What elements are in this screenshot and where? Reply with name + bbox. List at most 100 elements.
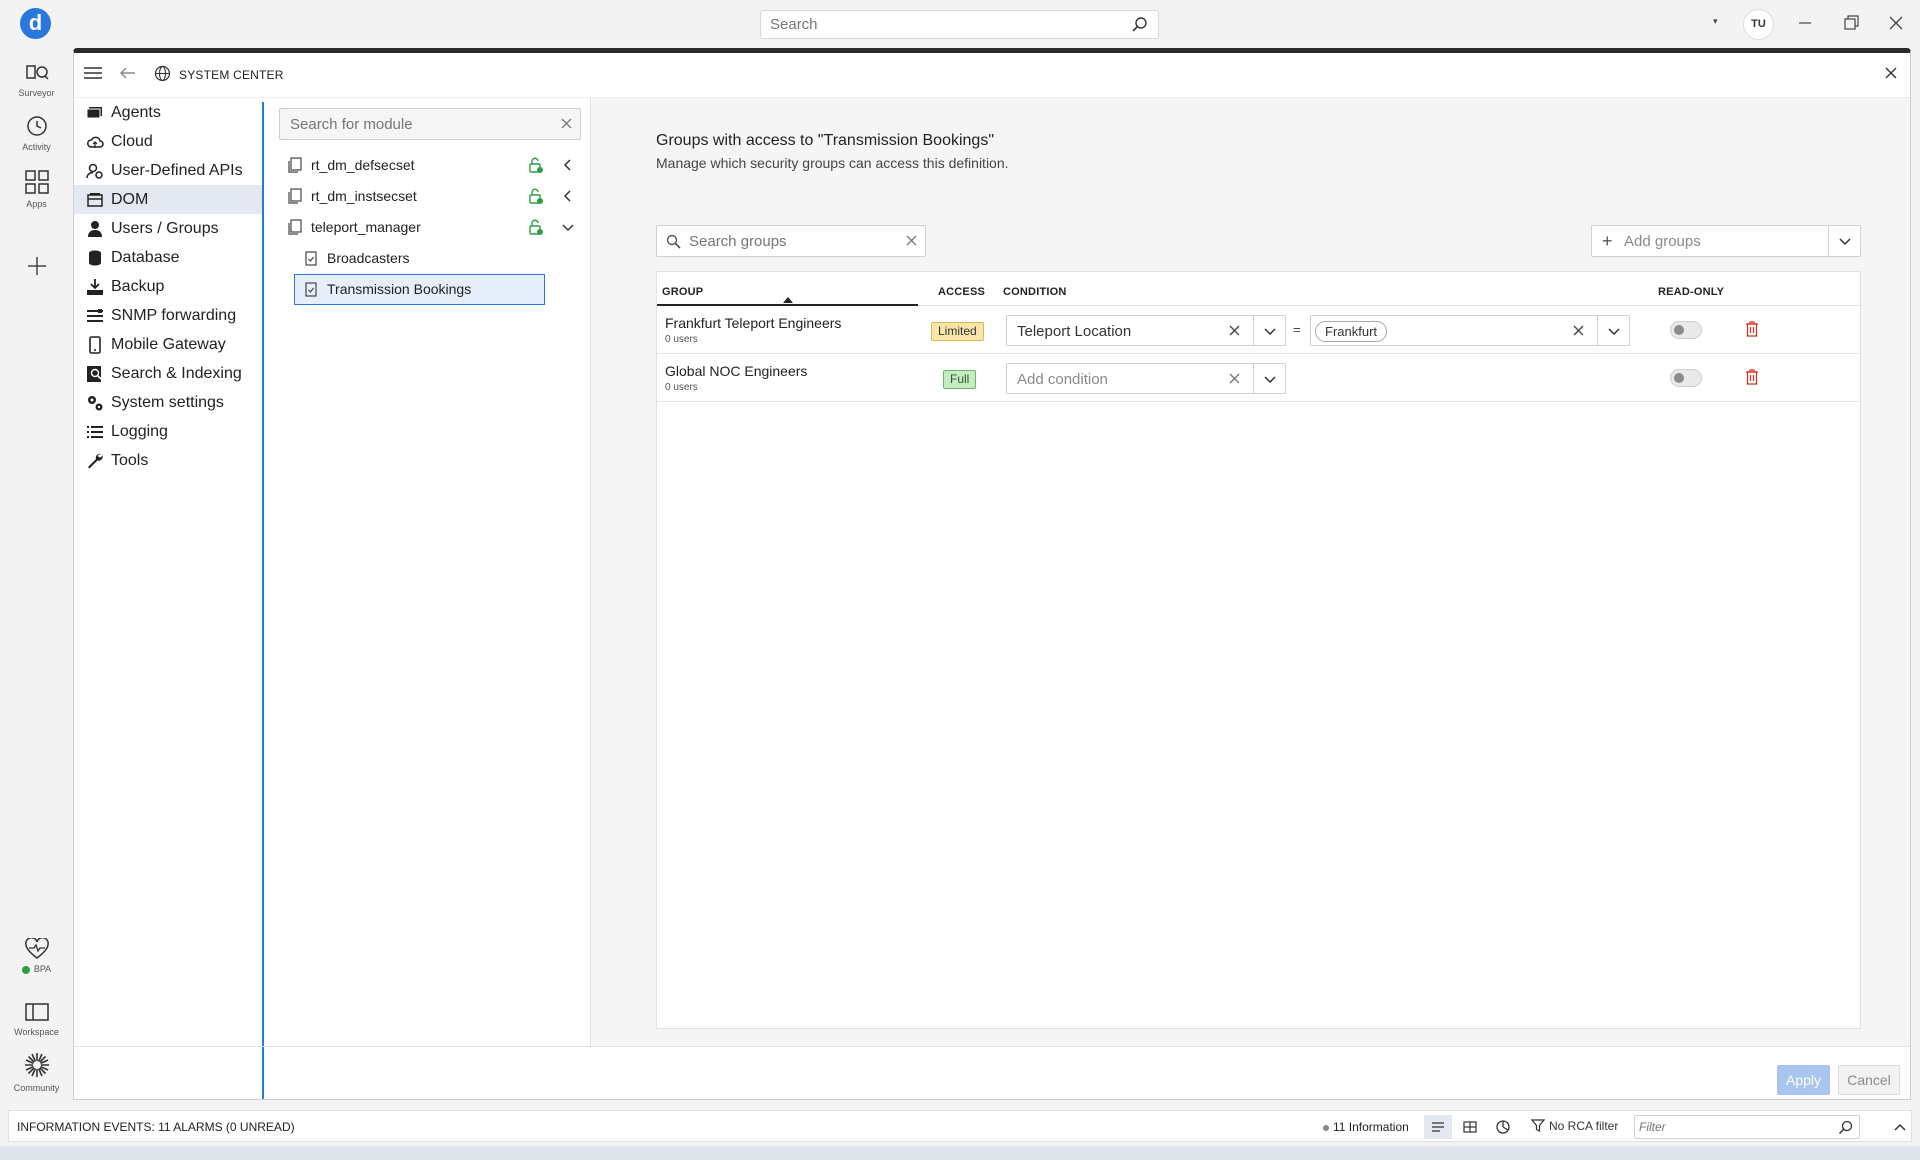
- nav-item-snmp-forwarding[interactable]: SNMP forwarding: [74, 301, 264, 330]
- group-search-box[interactable]: [656, 225, 926, 257]
- clear-icon[interactable]: [1572, 324, 1585, 340]
- rca-filter-button[interactable]: No RCA filter: [1530, 1119, 1619, 1133]
- chevron-down-icon[interactable]: [560, 219, 576, 235]
- restore-icon[interactable]: [1840, 12, 1862, 34]
- read-only-toggle[interactable]: [1670, 369, 1702, 387]
- rail-surveyor[interactable]: Surveyor: [0, 60, 73, 98]
- rail-workspace[interactable]: Workspace: [0, 1001, 73, 1037]
- cancel-button[interactable]: Cancel: [1838, 1065, 1900, 1095]
- apply-button[interactable]: Apply: [1777, 1065, 1830, 1095]
- user-avatar[interactable]: TU: [1743, 9, 1774, 40]
- table-row[interactable]: Global NOC Engineers 0 users Full Add co…: [657, 354, 1860, 402]
- nav-item-search-indexing[interactable]: Search & Indexing: [74, 359, 264, 388]
- condition-select[interactable]: Add condition: [1006, 363, 1286, 394]
- module-search-input[interactable]: [280, 109, 540, 139]
- grid-view-icon[interactable]: [1456, 1115, 1484, 1139]
- nav-label: Backup: [111, 278, 165, 295]
- nav-item-cloud[interactable]: Cloud: [74, 127, 264, 156]
- rail-add-button[interactable]: [0, 254, 73, 281]
- rail-activity[interactable]: Activity: [0, 114, 73, 152]
- condition-value-select[interactable]: Frankfurt: [1310, 315, 1630, 346]
- rail-apps[interactable]: Apps: [0, 169, 73, 209]
- close-app-icon[interactable]: [1885, 12, 1907, 34]
- nav-item-backup[interactable]: Backup: [74, 272, 264, 301]
- column-header-group[interactable]: GROUP: [662, 286, 703, 298]
- taskbar-strip: [0, 1146, 1920, 1160]
- alarm-filter-input[interactable]: [1635, 1116, 1825, 1138]
- clear-icon[interactable]: [560, 117, 573, 133]
- app-logo[interactable]: d: [20, 8, 51, 39]
- app-rail: Surveyor Activity Apps BPA Workspace Com…: [0, 48, 73, 1100]
- module-item[interactable]: teleport_manager: [279, 212, 581, 242]
- group-search-input[interactable]: [689, 226, 889, 256]
- search-icon[interactable]: [1838, 1120, 1853, 1135]
- nav-item-user-defined-apis[interactable]: User-Defined APIs: [74, 156, 264, 185]
- clear-icon[interactable]: [905, 234, 918, 250]
- pie-chart-icon[interactable]: [1489, 1115, 1517, 1139]
- delete-icon[interactable]: [1744, 320, 1760, 341]
- rail-label: Surveyor: [18, 88, 55, 98]
- nav-item-logging[interactable]: Logging: [74, 417, 264, 446]
- nav-label: Users / Groups: [111, 220, 219, 237]
- chevron-left-icon[interactable]: [560, 188, 576, 204]
- nav-label: Search & Indexing: [111, 365, 242, 382]
- column-header-condition[interactable]: CONDITION: [1003, 286, 1067, 298]
- apps-icon: [24, 170, 49, 194]
- alarm-summary[interactable]: INFORMATION EVENTS: 11 ALARMS (0 UNREAD): [17, 1120, 295, 1134]
- clear-icon[interactable]: [1228, 372, 1241, 388]
- nav-item-users-groups[interactable]: Users / Groups: [74, 214, 264, 243]
- database-icon: [89, 250, 101, 266]
- nav-item-agents[interactable]: Agents: [74, 98, 264, 127]
- delete-icon[interactable]: [1744, 368, 1760, 389]
- nav-item-mobile-gateway[interactable]: Mobile Gateway: [74, 330, 264, 359]
- nav-item-system-settings[interactable]: System settings: [74, 388, 264, 417]
- minimize-icon[interactable]: [1794, 12, 1816, 34]
- read-only-toggle[interactable]: [1670, 321, 1702, 339]
- information-count[interactable]: 11 Information: [1323, 1120, 1409, 1134]
- column-header-read-only[interactable]: READ-ONLY: [1658, 286, 1724, 298]
- snmp-icon: [87, 309, 103, 322]
- hamburger-menu-icon[interactable]: [82, 63, 104, 86]
- group-access-panel: Groups with access to "Transmission Book…: [591, 98, 1910, 1046]
- chevron-down-icon: [1608, 328, 1620, 336]
- tools-icon: [88, 453, 103, 469]
- module-item[interactable]: rt_dm_instsecset: [279, 181, 581, 211]
- condition-select[interactable]: Teleport Location: [1006, 315, 1286, 346]
- unlock-icon: [529, 219, 543, 235]
- definition-item-selected[interactable]: Transmission Bookings: [294, 274, 545, 305]
- module-search-box[interactable]: [279, 108, 581, 140]
- heartbeat-icon: [24, 936, 49, 959]
- module-item[interactable]: rt_dm_defsecset: [279, 150, 581, 180]
- toggle-knob: [1674, 373, 1684, 383]
- table-row[interactable]: Frankfurt Teleport Engineers 0 users Lim…: [657, 306, 1860, 354]
- clear-icon[interactable]: [1228, 324, 1241, 340]
- close-icon[interactable]: [1882, 64, 1900, 85]
- chevron-left-icon[interactable]: [560, 157, 576, 173]
- rail-label: Workspace: [14, 1027, 59, 1037]
- dropdown-toggle[interactable]: [1253, 316, 1285, 345]
- dropdown-toggle[interactable]: [1597, 316, 1629, 345]
- global-search-box[interactable]: [760, 10, 1159, 39]
- cloud-icon: [87, 136, 104, 148]
- rail-bpa[interactable]: BPA: [0, 936, 73, 974]
- search-icon[interactable]: [1131, 16, 1148, 36]
- value-chip[interactable]: Frankfurt: [1315, 321, 1388, 342]
- caret-down-icon[interactable]: ▾: [1713, 16, 1718, 27]
- rail-community[interactable]: Community: [0, 1051, 73, 1093]
- alarm-filter-box[interactable]: [1634, 1115, 1860, 1139]
- back-arrow-icon[interactable]: [118, 63, 138, 86]
- definition-item[interactable]: Broadcasters: [294, 243, 545, 274]
- dropdown-toggle[interactable]: [1828, 226, 1860, 256]
- nav-item-database[interactable]: Database: [74, 243, 264, 272]
- column-header-access[interactable]: ACCESS: [938, 286, 985, 298]
- rca-filter-label: No RCA filter: [1549, 1119, 1619, 1133]
- nav-item-dom[interactable]: DOM: [74, 185, 264, 214]
- add-groups-dropdown[interactable]: + Add groups: [1591, 225, 1861, 257]
- dropdown-toggle[interactable]: [1253, 364, 1285, 393]
- condition-placeholder: Add condition: [1017, 371, 1108, 388]
- nav-label: Mobile Gateway: [111, 336, 226, 353]
- nav-item-tools[interactable]: Tools: [74, 446, 264, 475]
- list-view-icon[interactable]: [1424, 1115, 1452, 1139]
- chevron-up-icon[interactable]: [1892, 1119, 1908, 1138]
- global-search-input[interactable]: [761, 11, 1121, 38]
